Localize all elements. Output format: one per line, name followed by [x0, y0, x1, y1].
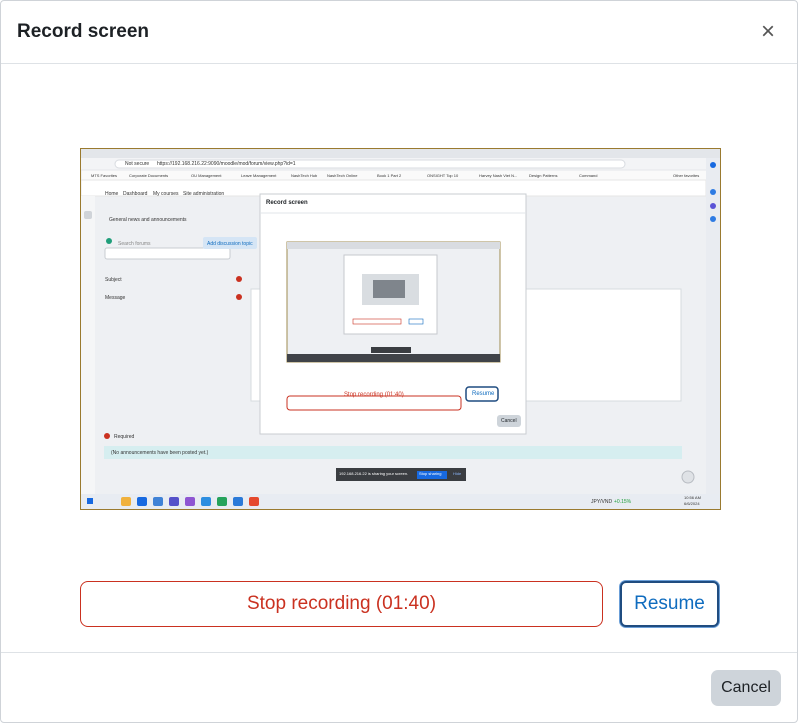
- screen-preview: Not secure https://192.168.216.22:9090/m…: [80, 148, 721, 510]
- bookmark-item: Book 1 Part 2: [377, 173, 402, 178]
- preview-message-label: Message: [105, 295, 126, 301]
- bookmark-item: Leave Management: [241, 173, 277, 178]
- bookmark-item: NashTech Hub: [291, 173, 318, 178]
- preview-url: https://192.168.216.22:9090/moodle/mod/f…: [157, 161, 296, 167]
- bookmark-item: Harvey Nash Viet N...: [479, 173, 518, 178]
- preview-stop-sharing: Stop sharing: [419, 471, 442, 476]
- preview-stop-button: Stop recording (01:40): [344, 392, 404, 398]
- preview-required-label: Required: [114, 434, 135, 440]
- dialog-header: Record screen ×: [1, 1, 797, 64]
- preview-nav-admin: Site administration: [183, 191, 225, 197]
- preview-nav-home: Home: [105, 191, 119, 197]
- preview-nav-dashboard: Dashboard: [123, 191, 148, 197]
- resume-button[interactable]: Resume: [620, 581, 719, 627]
- preview-cancel-button: Cancel: [501, 418, 517, 424]
- preview-taskbar-change: +0.15%: [614, 499, 632, 505]
- preview-add-topic: Add discussion topic: [207, 241, 253, 247]
- preview-search-input: Search forums: [118, 241, 151, 247]
- preview-taskbar-lang: JPY/VND: [591, 499, 613, 505]
- cancel-button[interactable]: Cancel: [711, 670, 781, 706]
- preview-page-heading: General news and announcements: [109, 217, 187, 223]
- bookmark-item: Design Patterns: [529, 173, 558, 178]
- bookmark-item: MTS Favorites: [91, 173, 118, 178]
- bookmark-item: Other favorites: [673, 173, 700, 178]
- bookmark-item: ONSIGHT Top 10: [427, 173, 459, 178]
- recording-controls: Stop recording (01:40) Resume: [80, 581, 719, 627]
- preview-nav-courses: My courses: [153, 191, 179, 197]
- preview-empty-notice: (No announcements have been posted yet.): [111, 450, 209, 456]
- preview-resume-button: Resume: [472, 391, 495, 397]
- bookmark-item: Command: [579, 173, 598, 178]
- record-screen-dialog: Record screen × Not secure https://192.1…: [0, 0, 798, 723]
- dialog-footer: Cancel: [1, 652, 797, 722]
- preview-hide: Hide: [453, 471, 462, 476]
- close-button[interactable]: ×: [757, 20, 779, 44]
- dialog-title: Record screen: [17, 21, 150, 42]
- preview-subject-label: Subject: [105, 277, 122, 283]
- bookmark-item: OU Management: [191, 173, 222, 178]
- preview-modal-title: Record screen: [266, 200, 308, 206]
- preview-address-prefix: Not secure: [125, 161, 150, 167]
- preview-taskbar-time: 10:56 AM: [684, 495, 701, 500]
- preview-taskbar-date: 6/6/2024: [684, 501, 700, 506]
- bookmark-item: NashTech Online: [327, 173, 358, 178]
- bookmark-item: Corporate Documents: [129, 173, 169, 178]
- stop-recording-button[interactable]: Stop recording (01:40): [80, 581, 603, 627]
- preview-share-text: 192.168.216.22 is sharing your screen.: [339, 471, 409, 476]
